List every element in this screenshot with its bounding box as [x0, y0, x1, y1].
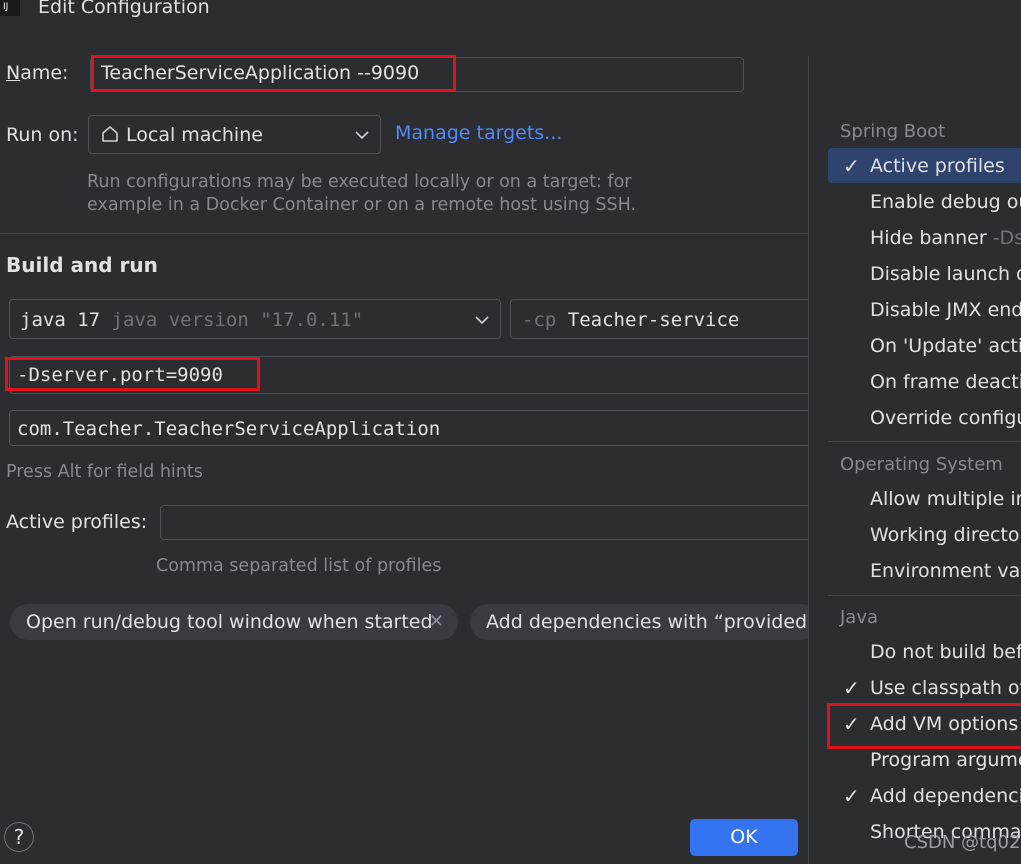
- active-profiles-label: Active profiles:: [6, 511, 148, 533]
- jdk-version: java version "17.0.11": [111, 309, 364, 331]
- option-add-dependencies[interactable]: Add dependencie: [870, 785, 1021, 807]
- run-on-value: Local machine: [126, 124, 263, 146]
- manage-targets-link[interactable]: Manage targets...: [395, 122, 562, 144]
- vm-options-value: -Dserver.port=9090: [17, 364, 223, 386]
- classpath-prefix: -cp: [522, 309, 557, 331]
- jdk-value: java 17: [20, 309, 101, 331]
- active-profiles-hint: Comma separated list of profiles: [156, 556, 442, 576]
- option-allow-multiple-instances[interactable]: Allow multiple in: [870, 488, 1021, 510]
- close-icon[interactable]: ✕: [429, 604, 444, 640]
- chip-add-dependencies-label: Add dependencies with “provided”: [486, 611, 817, 633]
- active-profiles-input[interactable]: [160, 505, 820, 540]
- watermark: CSDN @tq02: [904, 832, 1021, 853]
- check-icon: ✓: [843, 784, 860, 808]
- option-on-frame-deactivation[interactable]: On frame deactiv: [870, 371, 1021, 393]
- dialog-title: Edit Configuration: [38, 0, 210, 18]
- check-icon: ✓: [843, 676, 860, 700]
- help-icon[interactable]: ?: [4, 822, 34, 852]
- group-spring-boot: Spring Boot: [840, 121, 946, 142]
- run-on-hint-2: example in a Docker Container or on a re…: [87, 195, 637, 215]
- popup-separator: [828, 441, 1021, 442]
- check-icon: ✓: [843, 154, 860, 178]
- section-divider: [0, 233, 808, 234]
- option-environment-variables[interactable]: Environment vari: [870, 560, 1021, 582]
- chevron-down-icon: [355, 131, 369, 140]
- classpath-value-group: -cp Teacher-service: [522, 309, 739, 331]
- option-do-not-build[interactable]: Do not build befo: [870, 641, 1021, 663]
- chip-open-tool-window[interactable]: Open run/debug tool window when started …: [10, 604, 458, 640]
- name-value: TeacherServiceApplication --9090: [101, 62, 420, 84]
- run-on-label: Run on:: [6, 124, 79, 146]
- option-override-configuration[interactable]: Override configu: [870, 407, 1021, 429]
- intellij-app-icon: IJ: [0, 0, 20, 16]
- group-operating-system: Operating System: [840, 454, 1003, 475]
- option-working-directory[interactable]: Working director: [870, 524, 1021, 546]
- group-java: Java: [840, 607, 879, 628]
- chip-add-dependencies[interactable]: Add dependencies with “provided”: [470, 604, 820, 640]
- option-disable-launch[interactable]: Disable launch o: [870, 263, 1021, 285]
- option-hide-banner-label: Hide banner: [870, 227, 987, 249]
- option-use-classpath[interactable]: Use classpath of: [870, 677, 1021, 699]
- option-active-profiles[interactable]: Active profiles: [870, 155, 1005, 177]
- chip-open-tool-window-label: Open run/debug tool window when started: [26, 611, 433, 633]
- option-on-update-action[interactable]: On 'Update' actio: [870, 335, 1021, 357]
- ok-button[interactable]: OK: [690, 819, 798, 856]
- jdk-chevron-down-icon: [475, 316, 489, 325]
- option-hide-banner[interactable]: Hide banner -Ds: [870, 227, 1021, 249]
- run-on-hint-1: Run configurations may be executed local…: [87, 172, 632, 192]
- home-icon: [102, 126, 118, 142]
- main-class-value: com.Teacher.TeacherServiceApplication: [17, 418, 441, 440]
- option-disable-jmx[interactable]: Disable JMX end: [870, 299, 1021, 321]
- classpath-value: Teacher-service: [567, 309, 740, 331]
- option-hide-banner-suffix: -Ds: [992, 227, 1021, 249]
- field-hints-text: Press Alt for field hints: [6, 462, 203, 482]
- jdk-value-group: java 17 java version "17.0.11": [20, 309, 363, 331]
- option-enable-debug[interactable]: Enable debug ou: [870, 191, 1021, 213]
- popup-separator: [828, 595, 1021, 596]
- build-and-run-title: Build and run: [6, 253, 158, 277]
- option-program-arguments[interactable]: Program argume: [870, 749, 1021, 771]
- add-vm-options-highlight-box: [827, 703, 1021, 749]
- name-label: Name:: [6, 62, 69, 84]
- svg-text:IJ: IJ: [3, 2, 8, 12]
